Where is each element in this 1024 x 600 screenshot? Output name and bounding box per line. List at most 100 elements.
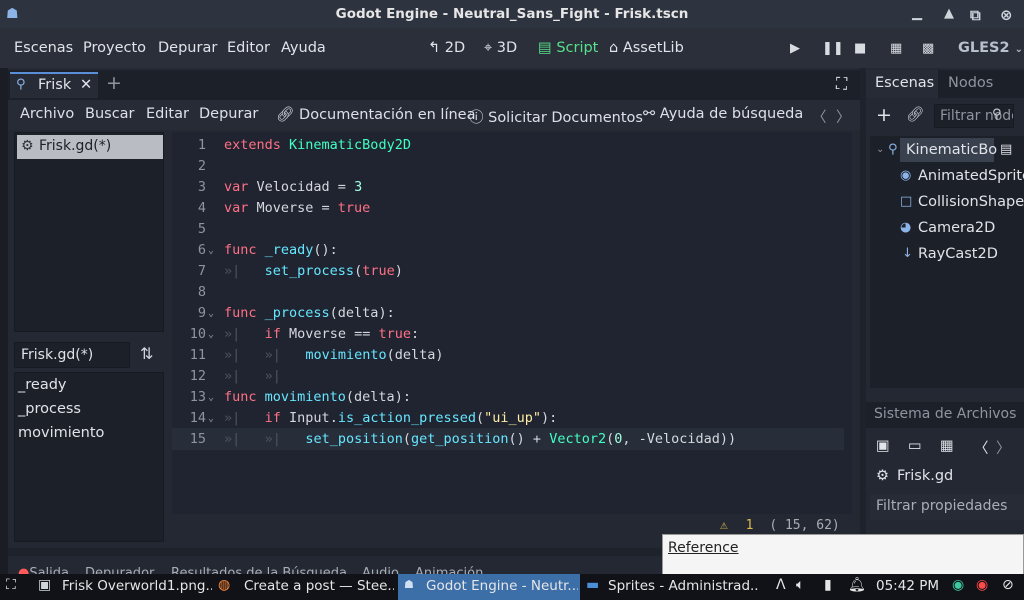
code-line: »| set_process(true) — [224, 263, 403, 279]
script-list-item[interactable]: ⚙ Frisk.gd(*) — [17, 135, 163, 159]
save-icon[interactable]: ▦ — [940, 438, 954, 454]
workspace-2d-button[interactable]: ↰ 2D — [428, 40, 465, 56]
tab-escenas[interactable]: Escenas — [866, 70, 938, 98]
menu-buscar[interactable]: Buscar — [85, 106, 135, 122]
expand-tray-icon[interactable]: ᐱ — [776, 577, 786, 593]
filter-nodes-input[interactable]: Filtrar nodos — [934, 104, 1014, 128]
online-docs-button[interactable]: 🔗︎ Documentación en línea — [276, 106, 475, 123]
editor-status: ⚠ 1 ( 15, 62) — [720, 518, 840, 533]
taskbar-item[interactable]: Sprites - Administrad... — [608, 578, 758, 594]
menu-editar[interactable]: Editar — [146, 106, 189, 122]
window-title: Godot Engine - Neutral_Sans_Fight - Fris… — [335, 6, 689, 22]
add-tab-icon[interactable]: + — [106, 72, 122, 94]
folder-icon: ▬ — [586, 577, 600, 593]
battery-icon: ▮ — [824, 577, 832, 593]
tab-nodos[interactable]: Nodos — [948, 75, 993, 91]
play-scene-icon[interactable]: ▦ — [890, 41, 902, 56]
code-line: »| »| — [224, 368, 281, 384]
pause-icon[interactable]: ❚❚ — [822, 41, 844, 56]
taskbar-item-active[interactable]: ☗ Godot Engine - Neutr... — [398, 574, 580, 600]
line-number: 6 — [197, 242, 206, 258]
warning-count[interactable]: 1 — [746, 518, 754, 533]
method-item[interactable]: movimiento — [18, 425, 104, 441]
chevron-down-icon: ⌄ — [1014, 44, 1024, 55]
link-icon[interactable]: 🔗︎ — [906, 106, 924, 123]
restore-icon[interactable]: ⧉ — [970, 6, 981, 24]
sort-icon[interactable]: ⇅ — [140, 344, 153, 363]
method-filter-input[interactable]: Frisk.gd(*) — [14, 342, 130, 368]
fold-arrow-icon[interactable]: ⌄ — [208, 413, 214, 424]
history-back-icon[interactable]: 〈 — [812, 106, 827, 127]
collapse-arrow-icon[interactable]: ⌄ — [876, 144, 884, 155]
fold-arrow-icon[interactable]: ⌄ — [208, 245, 214, 256]
line-number: 15 — [189, 431, 206, 447]
minimize-icon[interactable]: ▁ — [912, 6, 922, 21]
menu-escenas[interactable]: Escenas — [14, 40, 73, 56]
tree-node[interactable]: RayCast2D — [918, 246, 998, 262]
tree-node-root[interactable]: KinematicBo — [906, 142, 997, 158]
record-icon[interactable]: ◉ — [976, 577, 988, 593]
menu-depurar-script[interactable]: Depurar — [199, 106, 258, 122]
workspace-script-button[interactable]: ▤ Script — [538, 40, 598, 56]
window-titlebar: ☗ Godot Engine - Neutral_Sans_Fight - Fr… — [0, 0, 1024, 28]
volume-icon[interactable]: 🔈︎ — [796, 577, 804, 593]
collisionshape-icon: □ — [900, 194, 913, 209]
request-docs-button[interactable]: ⓘ Solicitar Documentos — [469, 106, 643, 127]
add-node-icon[interactable]: + — [876, 104, 892, 126]
power-icon[interactable]: ⊘ — [1002, 577, 1014, 593]
file-item[interactable]: Frisk.gd — [897, 468, 953, 484]
back-icon[interactable]: 〈 — [974, 437, 989, 458]
close-tab-icon[interactable]: ✕ — [80, 77, 92, 93]
workspace-assetlib-button[interactable]: ⌂ AssetLib — [609, 40, 684, 56]
tree-node[interactable]: AnimatedSprite — [918, 168, 1024, 184]
2d-icon: ↰ — [428, 40, 441, 56]
history-forward-icon[interactable]: 〉 — [836, 106, 851, 127]
method-item[interactable]: _process — [18, 401, 81, 417]
fold-arrow-icon[interactable]: ⌄ — [208, 392, 214, 403]
menu-depurar[interactable]: Depurar — [158, 40, 217, 56]
image-viewer-icon: ▣ — [38, 577, 52, 593]
clock[interactable]: 05:42 PM — [876, 578, 939, 594]
warning-icon[interactable]: ⚠ — [720, 518, 728, 533]
fold-arrow-icon[interactable]: ⌄ — [208, 329, 214, 340]
play-icon[interactable]: ▶ — [790, 41, 800, 56]
animatedsprite-icon: ◉ — [900, 168, 912, 183]
workspace-3d-button[interactable]: ⌖ 3D — [484, 40, 517, 56]
app-menu-icon[interactable]: ⛶ — [6, 577, 16, 593]
menu-ayuda[interactable]: Ayuda — [281, 40, 326, 56]
code-line: »| if Moverse == true: — [224, 326, 420, 342]
menu-editor[interactable]: Editor — [227, 40, 270, 56]
code-line: func _ready(): — [224, 242, 338, 258]
renderer-select[interactable]: GLES2 ⌄ — [958, 40, 1023, 56]
notification-icon[interactable]: 🔔︎ — [848, 577, 866, 593]
close-window-icon[interactable]: ⊗ — [1000, 6, 1013, 24]
info-icon: ⓘ — [469, 110, 484, 126]
fold-arrow-icon[interactable]: ⌄ — [208, 308, 214, 319]
fullscreen-icon[interactable]: ⛶ — [836, 74, 847, 94]
taskbar-item[interactable]: Frisk Overworld1.png... — [62, 578, 212, 594]
script-attached-icon[interactable]: ▤ — [1000, 142, 1012, 157]
open-folder-icon[interactable]: ▭ — [908, 438, 922, 454]
code-line: extends KinematicBody2D — [224, 137, 411, 153]
menu-archivo[interactable]: Archivo — [20, 106, 74, 122]
tab-frisk[interactable]: ⚲ Frisk ✕ — [10, 72, 98, 98]
menu-proyecto[interactable]: Proyecto — [83, 40, 146, 56]
line-number: 2 — [197, 158, 206, 174]
update-icon[interactable]: ◉ — [952, 577, 964, 593]
maximize-icon[interactable]: ▲ — [944, 6, 954, 21]
camera-icon: ◕ — [900, 220, 912, 235]
firefox-icon: ◍ — [218, 577, 231, 593]
stop-icon[interactable]: ■ — [854, 41, 866, 56]
tree-node[interactable]: Camera2D — [918, 220, 995, 236]
search-icon: ⚲ — [992, 107, 1002, 122]
search-help-button[interactable]: ⚯ Ayuda de búsqueda — [643, 106, 803, 122]
play-custom-icon[interactable]: ▩ — [922, 41, 934, 56]
taskbar-item[interactable]: Create a post — Stee... — [244, 578, 394, 594]
forward-icon[interactable]: 〉 — [996, 437, 1011, 458]
tree-node[interactable]: CollisionShape — [918, 194, 1024, 210]
method-item[interactable]: _ready — [18, 377, 66, 393]
new-file-icon[interactable]: ▣ — [876, 438, 890, 454]
line-number: 4 — [197, 200, 206, 216]
code-line: var Moverse = true — [224, 200, 371, 216]
filter-properties-input[interactable]: Filtrar propiedades — [870, 494, 1024, 520]
